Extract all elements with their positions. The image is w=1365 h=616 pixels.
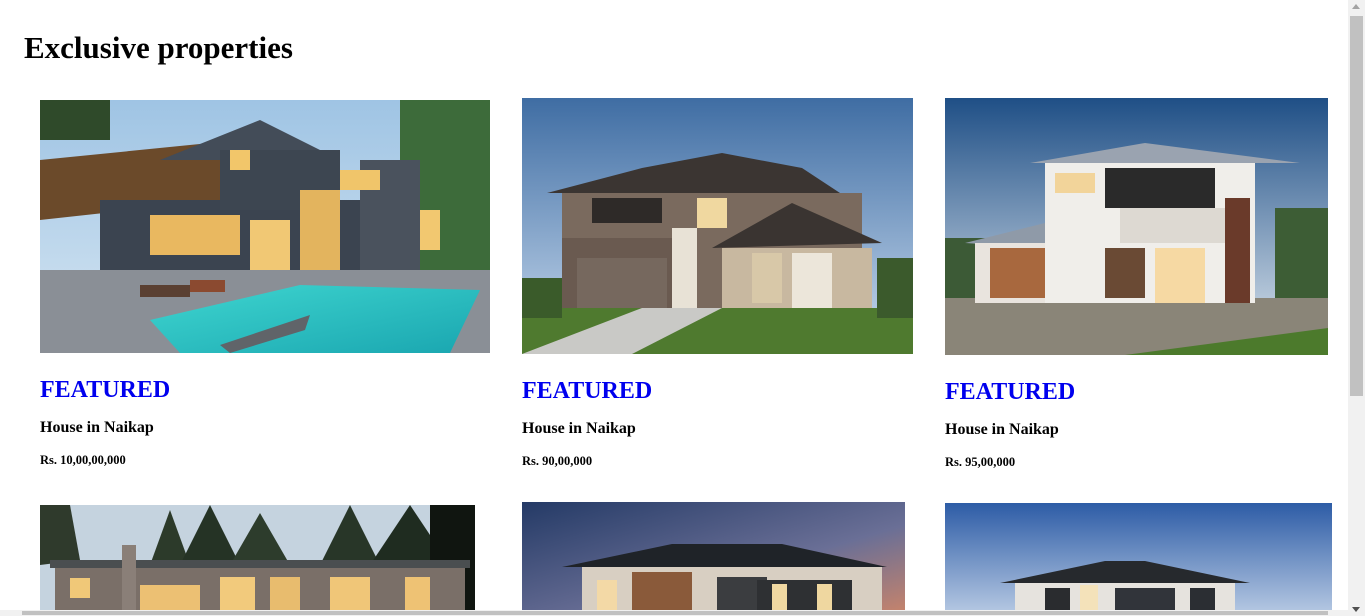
vertical-scrollbar[interactable] [1348, 0, 1365, 616]
featured-badge[interactable]: FEATURED [40, 376, 170, 404]
property-photo[interactable] [945, 98, 1328, 355]
listing-title[interactable]: House in Naikap [40, 418, 154, 438]
listing-title[interactable]: House in Naikap [945, 420, 1059, 440]
scroll-down-icon[interactable] [1352, 607, 1360, 612]
scrollbar-thumb[interactable] [22, 611, 1328, 615]
listing-price: Rs. 10,00,00,000 [40, 453, 126, 467]
listing-price: Rs. 95,00,000 [945, 455, 1016, 469]
featured-badge[interactable]: FEATURED [522, 377, 652, 405]
featured-badge[interactable]: FEATURED [945, 378, 1075, 406]
property-photo[interactable] [522, 98, 913, 354]
page-title: Exclusive properties [24, 30, 293, 65]
property-photo[interactable] [40, 505, 475, 616]
property-photo[interactable] [522, 502, 905, 616]
listing-price: Rs. 90,00,000 [522, 454, 593, 468]
listing-title[interactable]: House in Naikap [522, 419, 636, 439]
scrollbar-thumb[interactable] [1350, 16, 1363, 396]
scroll-up-icon[interactable] [1352, 4, 1360, 9]
horizontal-scrollbar[interactable] [0, 610, 1348, 616]
property-photo[interactable] [40, 100, 490, 353]
property-photo[interactable] [945, 503, 1332, 616]
